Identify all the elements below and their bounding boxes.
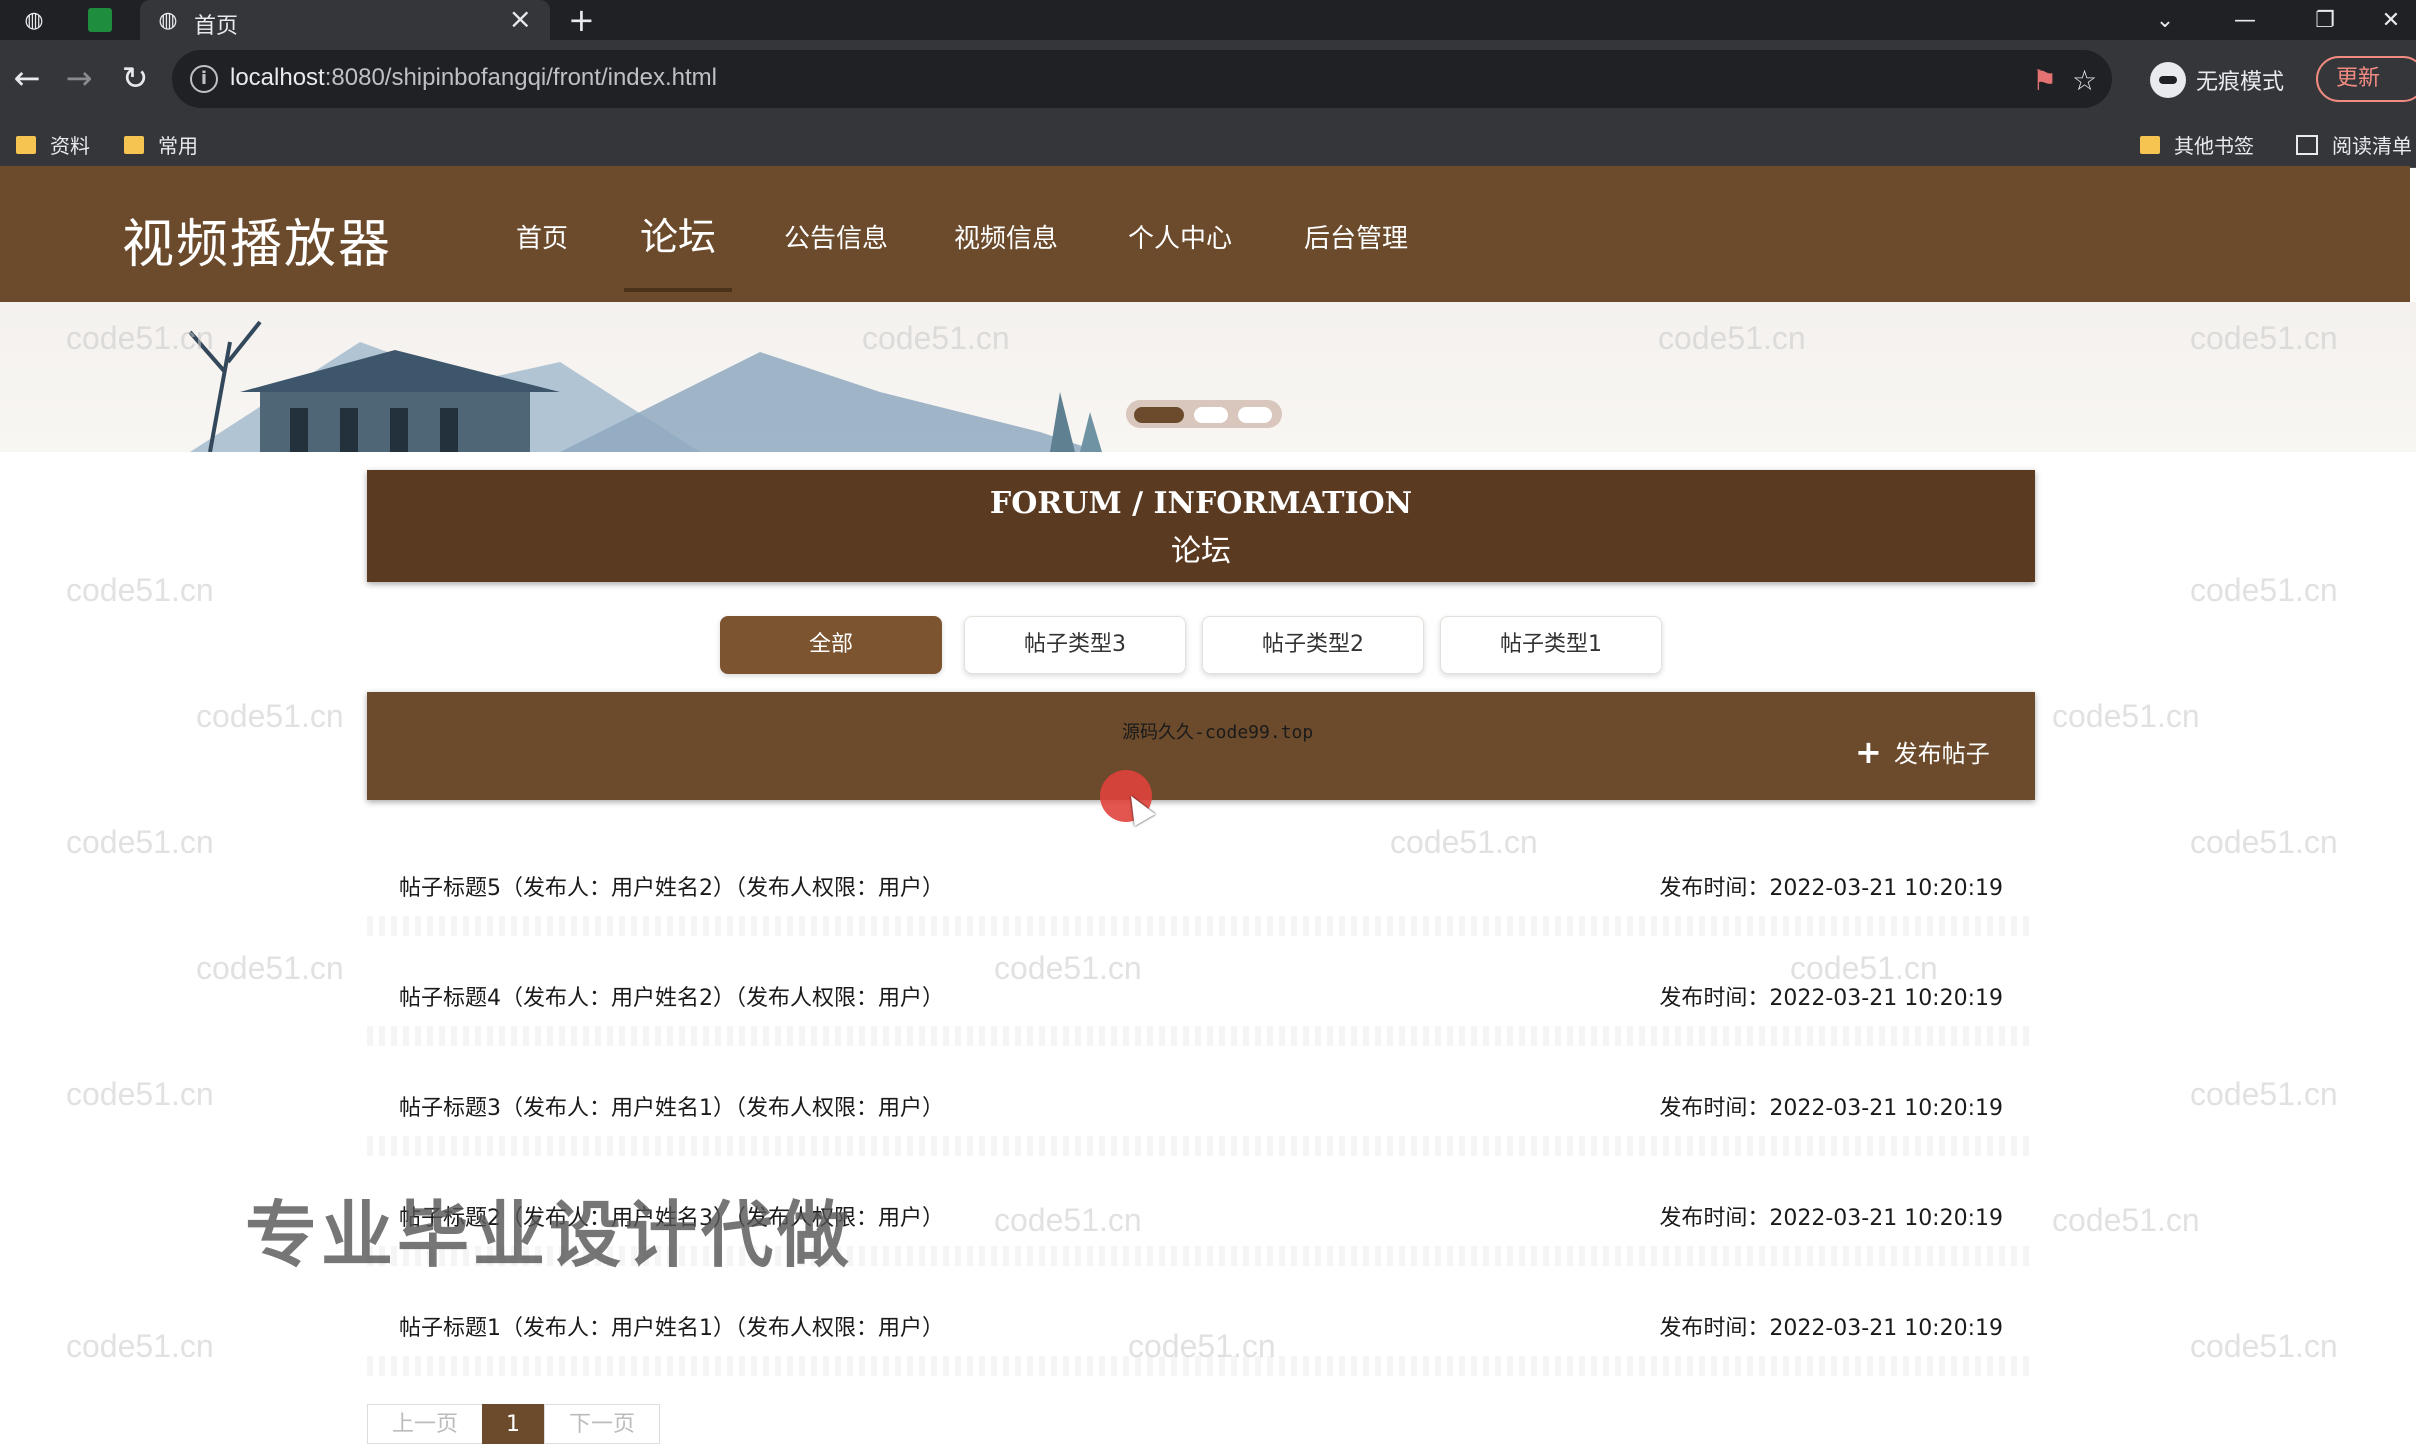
forum-title-cn: 论坛 xyxy=(1171,534,1231,569)
browser-tab-bar: ◍ ◍ 首页 × + ⌄ — ❐ ✕ xyxy=(0,0,2416,40)
watermark-text: code51.cn xyxy=(2190,824,2338,860)
browser-toolbar: ← → ↻ i localhost:8080/shipinbofangqi/fr… xyxy=(0,40,2416,118)
plus-icon: + xyxy=(1855,732,1882,771)
site-header: 视频播放器 首页 论坛 公告信息 视频信息 个人中心 后台管理 xyxy=(0,166,2410,302)
minimize-icon[interactable]: — xyxy=(2220,0,2270,40)
folder-icon xyxy=(124,135,144,154)
source-watermark-text: 源码久久-code99.top xyxy=(1122,722,1314,743)
star-icon[interactable]: ☆ xyxy=(2072,64,2097,97)
watermark-text: code51.cn xyxy=(2052,698,2200,734)
post-title: 帖子标题1（发布人：用户姓名1）（发布人权限：用户） xyxy=(399,1316,944,1341)
ad-overlay-text: 专业毕业设计代做 xyxy=(245,1193,854,1277)
publish-post-button[interactable]: + 发布帖子 xyxy=(1855,734,1990,769)
filter-all-button[interactable]: 全部 xyxy=(720,616,942,674)
post-list-item[interactable]: 帖子标题5（发布人：用户姓名2）（发布人权限：用户） 发布时间：2022-03-… xyxy=(367,854,2035,936)
watermark-text: code51.cn xyxy=(66,572,214,608)
reading-list-icon xyxy=(2296,134,2318,155)
watermark-text: code51.cn xyxy=(66,824,214,860)
window-close-icon[interactable]: ✕ xyxy=(2366,0,2416,40)
sheet-app-icon[interactable] xyxy=(86,6,114,34)
globe-icon[interactable]: ◍ xyxy=(20,6,48,34)
filter-type3-button[interactable]: 帖子类型3 xyxy=(964,616,1186,674)
watermark-text: code51.cn xyxy=(2190,1076,2338,1112)
folder-icon xyxy=(16,135,36,154)
watermark-text: code51.cn xyxy=(66,1328,214,1364)
forum-action-bar: 源码久久-code99.top + 发布帖子 xyxy=(367,692,2035,800)
reload-icon[interactable]: ↻ xyxy=(114,58,156,100)
back-arrow-icon[interactable]: ← xyxy=(6,58,48,100)
other-bookmarks[interactable]: 其他书签 xyxy=(2140,130,2254,159)
incognito-profile[interactable]: 无痕模式 xyxy=(2150,58,2284,102)
close-icon[interactable]: × xyxy=(509,2,532,36)
landscape-illustration xyxy=(188,320,1102,452)
nav-videos[interactable]: 视频信息 xyxy=(954,218,1058,255)
profile-label: 无痕模式 xyxy=(2196,70,2285,95)
nav-active-indicator xyxy=(624,288,732,292)
watermark-text: code51.cn xyxy=(196,698,344,734)
post-time: 发布时间：2022-03-21 10:20:19 xyxy=(1659,1316,2003,1341)
site-info-icon[interactable]: i xyxy=(190,65,218,93)
url-text[interactable]: localhost:8080/shipinbofangqi/front/inde… xyxy=(230,64,717,92)
post-list-item[interactable]: 帖子标题3（发布人：用户姓名1）（发布人权限：用户） 发布时间：2022-03-… xyxy=(367,1074,2035,1156)
incognito-icon xyxy=(2150,62,2186,98)
prev-page-button[interactable]: 上一页 xyxy=(367,1404,483,1444)
new-tab-plus-icon[interactable]: + xyxy=(568,2,595,38)
site-logo[interactable]: 视频播放器 xyxy=(122,202,392,277)
nav-forum[interactable]: 论坛 xyxy=(640,206,716,261)
tab-search-chevron-icon[interactable]: ⌄ xyxy=(2140,0,2190,40)
post-list-item[interactable]: 帖子标题1（发布人：用户姓名1）（发布人权限：用户） 发布时间：2022-03-… xyxy=(367,1294,2035,1376)
forum-title-bar: FORUM / INFORMATION 论坛 xyxy=(367,470,2035,582)
post-list-item[interactable]: 帖子标题4（发布人：用户姓名2）（发布人权限：用户） 发布时间：2022-03-… xyxy=(367,964,2035,1046)
bookmark-folder[interactable]: 资料 xyxy=(16,130,90,159)
current-page-button[interactable]: 1 xyxy=(482,1404,544,1444)
post-time: 发布时间：2022-03-21 10:20:19 xyxy=(1659,1206,2003,1231)
forward-arrow-icon[interactable]: → xyxy=(58,58,100,100)
watermark-text: code51.cn xyxy=(196,950,344,986)
nav-admin[interactable]: 后台管理 xyxy=(1304,218,1408,255)
nav-personal-center[interactable]: 个人中心 xyxy=(1128,218,1232,255)
bookmark-folder[interactable]: 常用 xyxy=(124,130,198,159)
watermark-text: code51.cn xyxy=(2190,572,2338,608)
globe-icon: ◍ xyxy=(158,7,178,33)
folder-icon xyxy=(2140,135,2160,154)
active-tab[interactable]: ◍ 首页 × xyxy=(140,0,550,40)
carousel-dot[interactable] xyxy=(1194,407,1228,423)
post-time: 发布时间：2022-03-21 10:20:19 xyxy=(1659,876,2003,901)
filter-type2-button[interactable]: 帖子类型2 xyxy=(1202,616,1424,674)
restore-icon[interactable]: ❐ xyxy=(2300,0,2350,40)
post-title: 帖子标题3（发布人：用户姓名1）（发布人权限：用户） xyxy=(399,1096,944,1121)
watermark-text: code51.cn xyxy=(2052,1202,2200,1238)
tab-title: 首页 xyxy=(194,14,239,39)
carousel-dot[interactable] xyxy=(1238,407,1272,423)
post-title: 帖子标题4（发布人：用户姓名2）（发布人权限：用户） xyxy=(399,986,944,1011)
blocked-popup-icon[interactable]: ⚑ xyxy=(2032,64,2057,97)
post-time: 发布时间：2022-03-21 10:20:19 xyxy=(1659,1096,2003,1121)
publish-post-label: 发布帖子 xyxy=(1893,740,1990,768)
filter-type1-button[interactable]: 帖子类型1 xyxy=(1440,616,1662,674)
watermark-text: code51.cn xyxy=(2190,1328,2338,1364)
post-title: 帖子标题5（发布人：用户姓名2）（发布人权限：用户） xyxy=(399,876,944,901)
post-time: 发布时间：2022-03-21 10:20:19 xyxy=(1659,986,2003,1011)
address-bar[interactable]: i localhost:8080/shipinbofangqi/front/in… xyxy=(172,50,2112,108)
reading-list[interactable]: 阅读清单 xyxy=(2296,130,2412,159)
watermark-text: code51.cn xyxy=(66,1076,214,1112)
carousel-dot[interactable] xyxy=(1134,407,1184,423)
forum-title-en: FORUM / INFORMATION xyxy=(989,486,1413,521)
bookmarks-bar: 资料 常用 其他书签 阅读清单 xyxy=(0,118,2416,168)
update-button[interactable]: 更新 xyxy=(2316,56,2416,102)
nav-announcements[interactable]: 公告信息 xyxy=(784,218,888,255)
banner-carousel[interactable] xyxy=(0,302,2416,452)
nav-home[interactable]: 首页 xyxy=(516,218,568,255)
next-page-button[interactable]: 下一页 xyxy=(544,1404,660,1444)
